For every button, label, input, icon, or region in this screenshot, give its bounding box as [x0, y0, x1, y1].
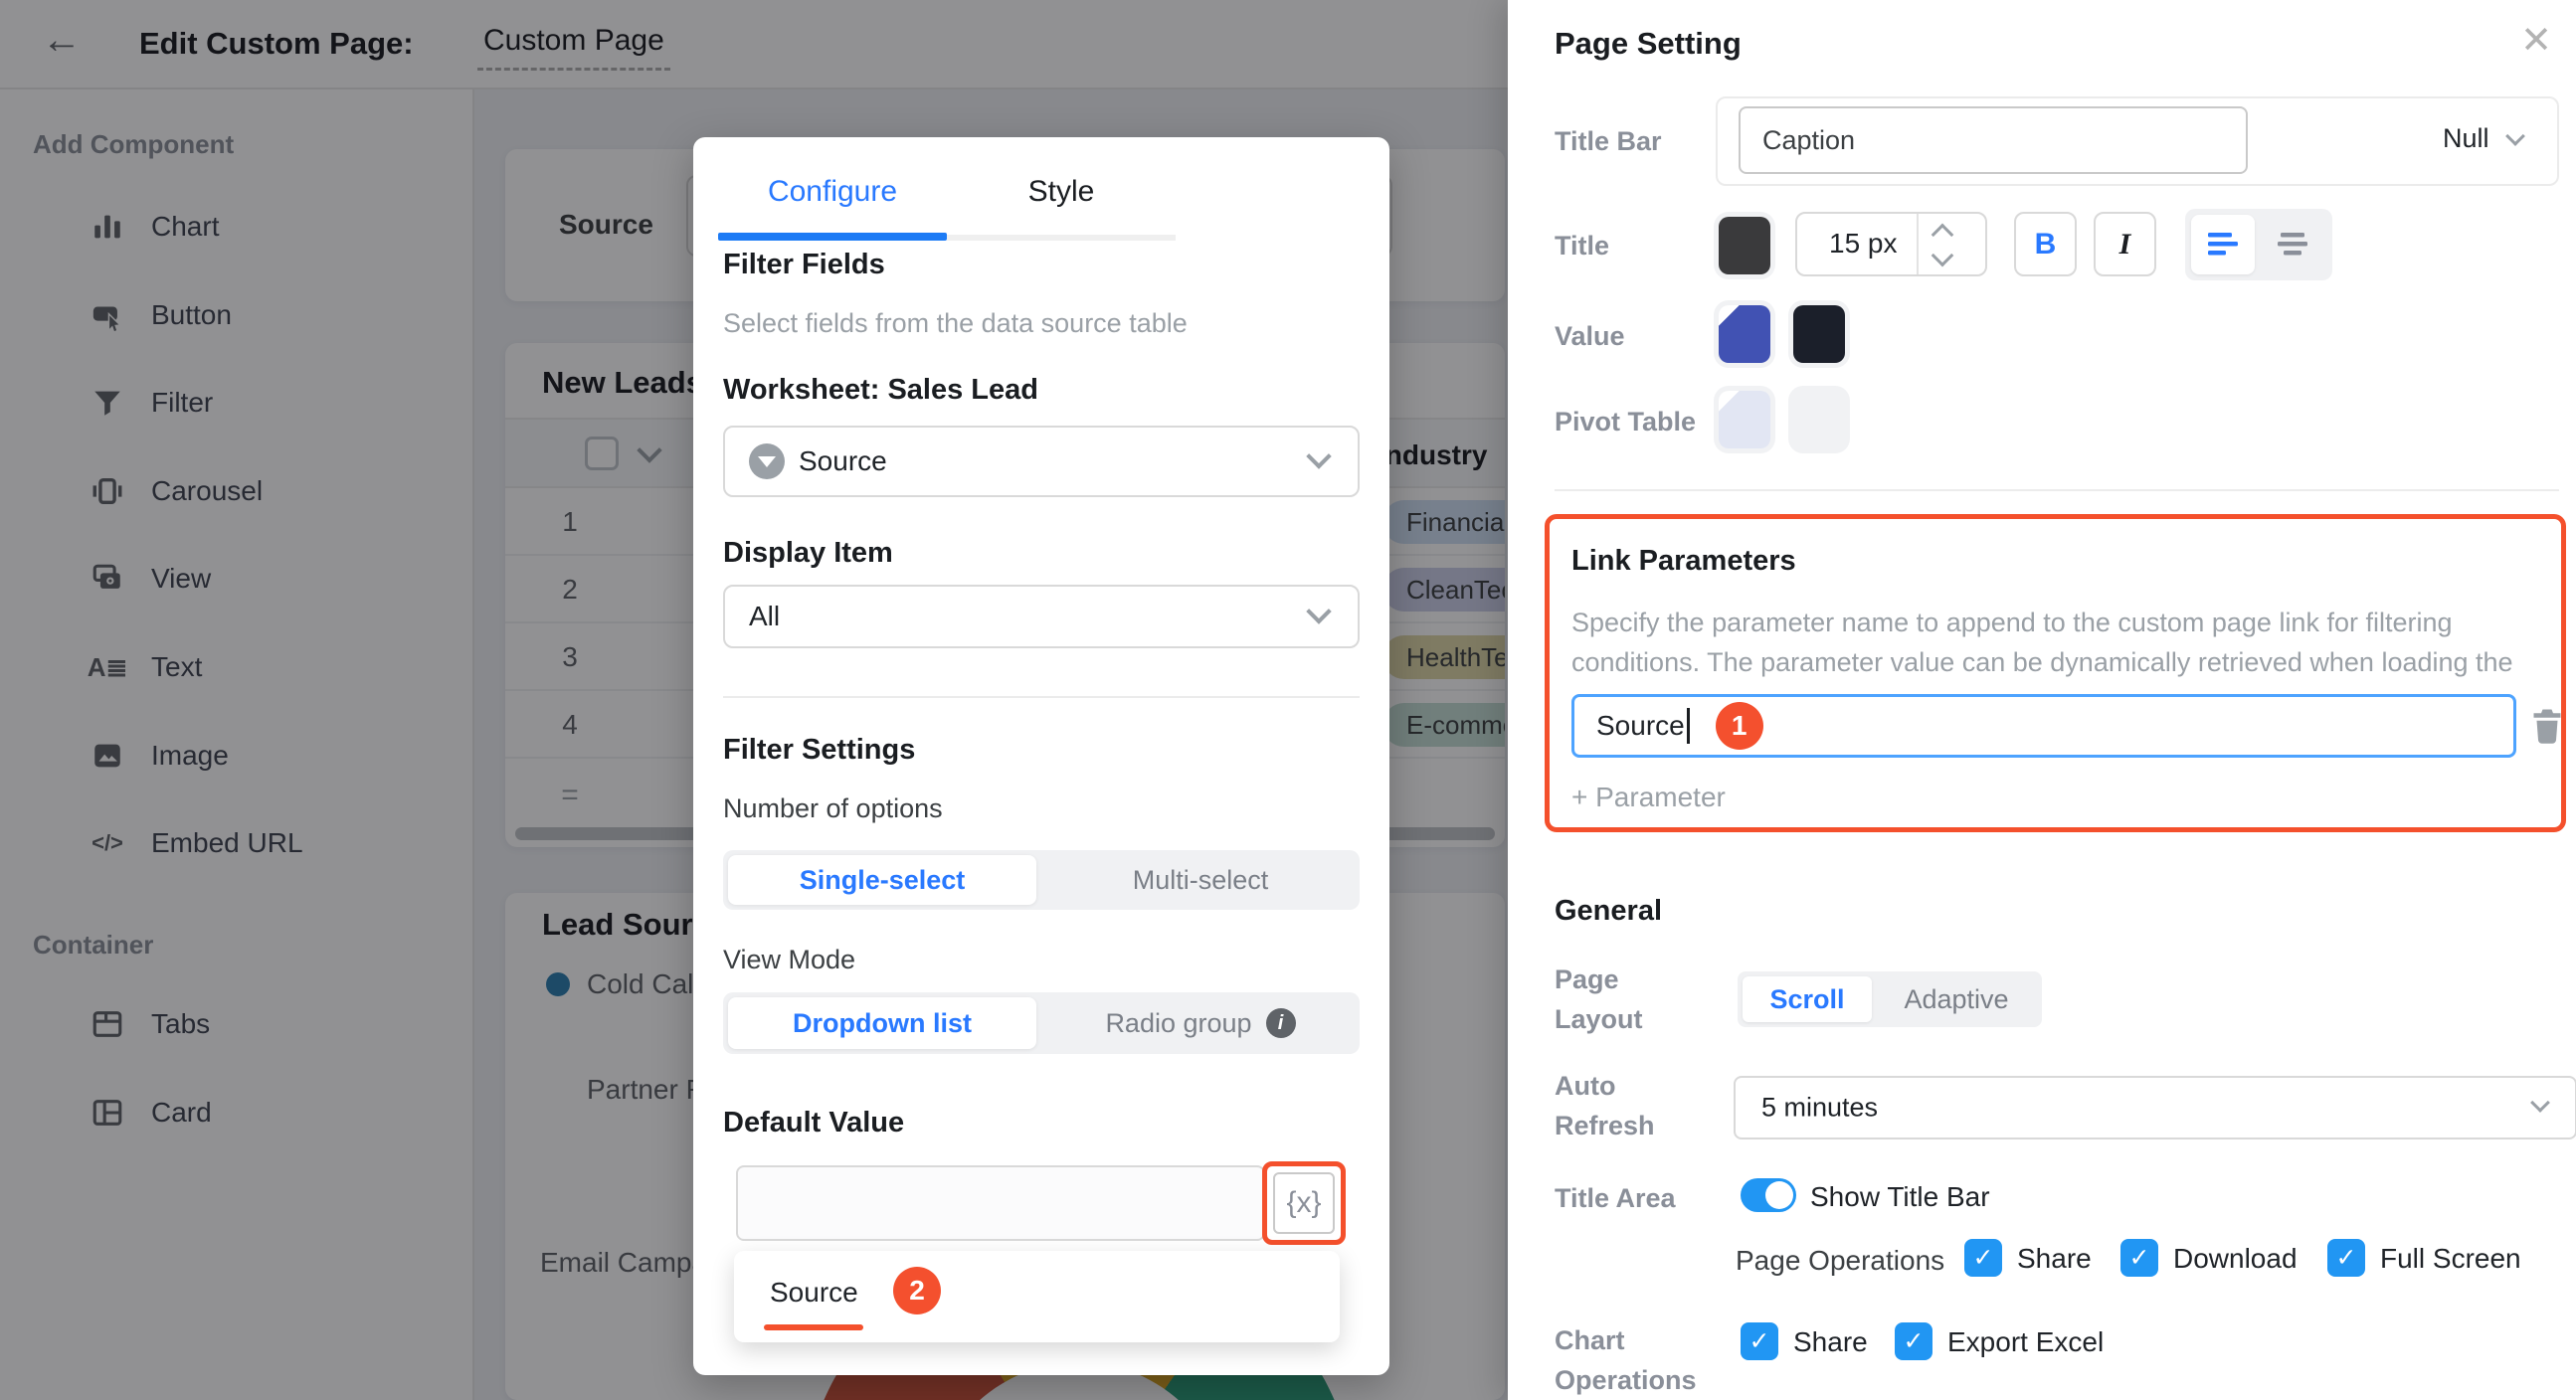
field-select-value: Source	[799, 445, 887, 477]
general-heading: General	[1555, 895, 1662, 928]
variable-button-highlight: {x}	[1262, 1161, 1346, 1245]
select-mode-segmented: Single-select Multi-select	[723, 850, 1360, 910]
align-left-button[interactable]	[2191, 215, 2255, 274]
tab-style[interactable]: Style	[947, 175, 1176, 209]
divider	[1555, 489, 2559, 491]
download-label: Download	[2173, 1243, 2298, 1275]
divider	[1917, 214, 1919, 274]
page-operations-label: Page Operations	[1736, 1245, 1944, 1277]
parameter-value: Source	[1596, 710, 1685, 742]
italic-button[interactable]: I	[2094, 212, 2156, 276]
toggle-knob	[1765, 1181, 1793, 1209]
display-item-label: Display Item	[723, 537, 893, 570]
bold-button[interactable]: B	[2014, 212, 2077, 276]
page-layout-segmented: Scroll Adaptive	[1738, 971, 2042, 1027]
info-icon[interactable]: i	[1266, 1008, 1296, 1038]
trash-icon[interactable]	[2529, 706, 2565, 746]
show-title-bar-label: Show Title Bar	[1810, 1181, 1990, 1213]
full-screen-checkbox[interactable]: ✓	[2327, 1239, 2365, 1277]
close-icon[interactable]: ✕	[2520, 18, 2552, 63]
parameter-name-input[interactable]: Source 1	[1571, 694, 2516, 758]
display-item-select[interactable]: All	[723, 585, 1360, 648]
worksheet-label: Worksheet: Sales Lead	[723, 374, 1038, 407]
value-row-label: Value	[1555, 316, 1625, 356]
check-icon: ✓	[1904, 1326, 1925, 1356]
multi-select-option[interactable]: Multi-select	[1041, 850, 1360, 910]
default-value-input[interactable]	[736, 1165, 1265, 1241]
chart-share-checkbox[interactable]: ✓	[1741, 1322, 1778, 1360]
chevron-up-icon[interactable]	[1932, 224, 1954, 247]
add-parameter-link[interactable]: + Parameter	[1571, 782, 1726, 813]
variable-button[interactable]: {x}	[1273, 1172, 1335, 1234]
auto-refresh-select[interactable]: 5 minutes	[1734, 1076, 2576, 1139]
share-label: Share	[2017, 1243, 2092, 1275]
link-parameters-section: Link Parameters Specify the parameter na…	[1545, 514, 2566, 832]
alignment-group	[2185, 209, 2332, 280]
caption-input[interactable]: Caption	[1739, 106, 2248, 174]
divider	[723, 696, 1360, 698]
font-size-value: 15 px	[1829, 228, 1898, 260]
download-checkbox[interactable]: ✓	[2120, 1239, 2158, 1277]
check-icon: ✓	[2336, 1243, 2357, 1273]
chart-operations-label: Chart Operations	[1555, 1320, 1704, 1400]
radio-group-label: Radio group	[1105, 1008, 1251, 1039]
title-bar-label: Title Bar	[1555, 121, 1662, 161]
chart-share-label: Share	[1793, 1326, 1868, 1358]
title-row-label: Title	[1555, 226, 1609, 265]
annotation-badge-2: 2	[893, 1267, 941, 1314]
default-value-dropdown: Source 2	[734, 1251, 1340, 1342]
radio-group-option[interactable]: Radio group i	[1041, 992, 1360, 1054]
page-layout-label: Page Layout	[1555, 960, 1694, 1039]
filter-settings-heading: Filter Settings	[723, 734, 915, 767]
null-dropdown[interactable]: Null	[2443, 123, 2489, 154]
scroll-option[interactable]: Scroll	[1743, 976, 1872, 1022]
check-icon: ✓	[2129, 1243, 2150, 1273]
check-icon: ✓	[1749, 1326, 1770, 1356]
tab-configure[interactable]: Configure	[718, 175, 947, 209]
export-excel-checkbox[interactable]: ✓	[1895, 1322, 1932, 1360]
export-excel-label: Export Excel	[1947, 1326, 2104, 1358]
number-of-options-label: Number of options	[723, 793, 943, 824]
default-value-label: Default Value	[723, 1107, 904, 1139]
title-area-label: Title Area	[1555, 1178, 1676, 1218]
field-type-icon	[749, 443, 785, 479]
panel-title: Page Setting	[1555, 26, 1742, 62]
display-item-value: All	[749, 601, 780, 632]
adaptive-option[interactable]: Adaptive	[1877, 971, 2036, 1027]
chevron-down-icon[interactable]	[1932, 245, 1954, 267]
chevron-down-icon	[1306, 599, 1331, 623]
chevron-down-icon	[1306, 443, 1331, 468]
filter-fields-heading: Filter Fields	[723, 249, 885, 281]
pivot-color-swatch-1[interactable]	[1719, 391, 1770, 448]
item-highlight-underline	[764, 1324, 863, 1330]
value-color-swatch-1[interactable]	[1719, 305, 1770, 363]
share-checkbox[interactable]: ✓	[1964, 1239, 2002, 1277]
value-color-swatch-2[interactable]	[1793, 305, 1845, 363]
view-mode-label: View Mode	[723, 945, 855, 975]
field-select[interactable]: Source	[723, 426, 1360, 497]
active-tab-indicator	[718, 233, 947, 241]
check-icon: ✓	[1973, 1243, 1994, 1273]
dropdown-item-source[interactable]: Source	[770, 1277, 858, 1309]
single-select-option[interactable]: Single-select	[728, 855, 1036, 905]
auto-refresh-label: Auto Refresh	[1555, 1066, 1694, 1145]
font-size-stepper[interactable]: 15 px	[1795, 212, 1987, 276]
full-screen-label: Full Screen	[2380, 1243, 2521, 1275]
annotation-badge-1: 1	[1716, 702, 1763, 750]
align-center-button[interactable]	[2261, 215, 2324, 274]
view-mode-segmented: Dropdown list Radio group i	[723, 992, 1360, 1054]
link-parameters-heading: Link Parameters	[1571, 545, 1796, 578]
title-color-swatch[interactable]	[1719, 217, 1770, 274]
filter-config-modal: Configure Style Filter Fields Select fie…	[693, 137, 1389, 1375]
pivot-table-label: Pivot Table	[1555, 402, 1696, 441]
filter-fields-description: Select fields from the data source table	[723, 308, 1188, 339]
text-cursor	[1687, 708, 1690, 744]
page-setting-panel: Page Setting ✕ Title Bar Caption Null Ti…	[1508, 0, 2576, 1400]
auto-refresh-value: 5 minutes	[1761, 1093, 1878, 1124]
dropdown-list-option[interactable]: Dropdown list	[728, 997, 1036, 1049]
show-title-bar-toggle[interactable]	[1741, 1178, 1796, 1212]
tab-track	[947, 235, 1176, 241]
pivot-color-swatch-2[interactable]	[1793, 391, 1845, 448]
chevron-down-icon	[2530, 1093, 2550, 1113]
